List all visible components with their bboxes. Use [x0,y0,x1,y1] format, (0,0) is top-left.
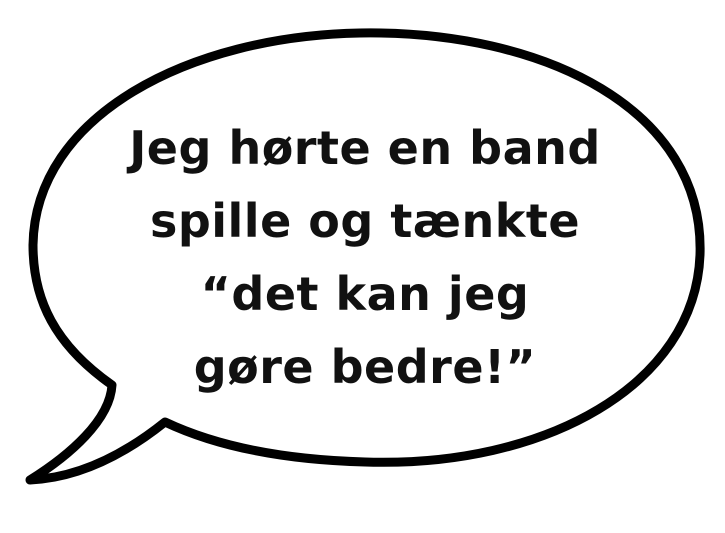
speech-line-1: Jeg hørte en band [129,121,601,175]
speech-bubble-text: Jeg hørte en band spille og tænkte “det … [110,112,620,404]
speech-line-2: spille og tænkte [149,194,581,248]
speech-line-3: “det kan jeg [200,267,530,321]
canvas: Jeg hørte en band spille og tænkte “det … [0,0,725,533]
speech-line-4: gøre bedre!” [193,340,537,394]
